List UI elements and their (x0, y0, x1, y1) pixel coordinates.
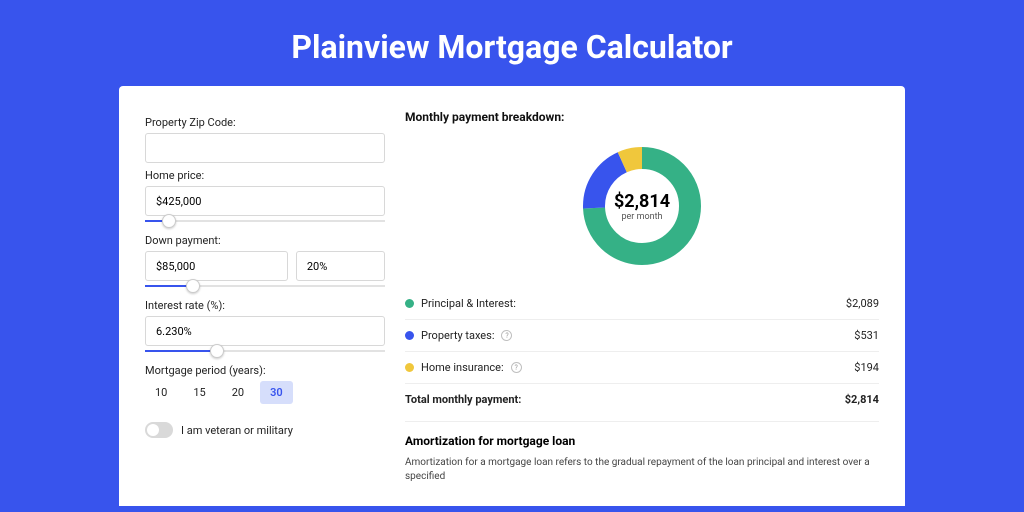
info-icon[interactable]: ? (511, 362, 522, 373)
label-price: Home price: (145, 169, 385, 182)
amort-body: Amortization for a mortgage loan refers … (405, 456, 879, 484)
rate-slider-fill (145, 350, 217, 352)
total-row: Total monthly payment: $2,814 (405, 383, 879, 415)
label-period: Mortgage period (years): (145, 364, 385, 377)
down-slider-thumb[interactable] (186, 279, 200, 293)
calculator-card: Property Zip Code: Home price: Down paym… (119, 86, 905, 506)
breakdown-line-2: Home insurance:? $194 (405, 351, 879, 383)
down-slider[interactable] (145, 279, 385, 293)
zip-input[interactable] (145, 133, 385, 163)
legend-dot (405, 299, 414, 308)
breakdown-value: $194 (854, 361, 879, 374)
breakdown-title: Monthly payment breakdown: (405, 110, 879, 124)
amortization-section: Amortization for mortgage loan Amortizat… (405, 421, 879, 484)
info-icon[interactable]: ? (501, 330, 512, 341)
total-label: Total monthly payment: (405, 393, 521, 406)
form-panel: Property Zip Code: Home price: Down paym… (145, 110, 385, 506)
period-pill-10[interactable]: 10 (145, 381, 177, 404)
period-pill-30[interactable]: 30 (260, 381, 293, 404)
rate-slider-thumb[interactable] (210, 344, 224, 358)
veteran-toggle[interactable] (145, 422, 173, 438)
breakdown-lines: Principal & Interest: $2,089 Property taxe… (405, 288, 879, 383)
period-pills: 10 15 20 30 (145, 381, 385, 404)
donut-chart: $2,814 per month (405, 132, 879, 288)
breakdown-line-1: Property taxes:? $531 (405, 319, 879, 351)
rate-input[interactable] (145, 316, 385, 346)
period-pill-20[interactable]: 20 (222, 381, 254, 404)
price-slider[interactable] (145, 214, 385, 228)
down-pct-input[interactable] (296, 251, 385, 281)
label-rate: Interest rate (%): (145, 299, 385, 312)
down-amount-input[interactable] (145, 251, 288, 281)
price-input[interactable] (145, 186, 385, 216)
legend-dot (405, 363, 414, 372)
page-title: Plainview Mortgage Calculator (0, 0, 1024, 86)
label-zip: Property Zip Code: (145, 116, 385, 129)
label-down: Down payment: (145, 234, 385, 247)
breakdown-value: $531 (854, 329, 879, 342)
breakdown-label: Principal & Interest: (421, 297, 516, 310)
breakdown-panel: Monthly payment breakdown: $2,814 per mo… (405, 110, 879, 506)
donut-sub: per month (621, 212, 662, 222)
breakdown-label: Property taxes: (421, 329, 494, 342)
breakdown-line-0: Principal & Interest: $2,089 (405, 288, 879, 319)
veteran-label: I am veteran or military (181, 424, 293, 437)
breakdown-value: $2,089 (846, 297, 879, 310)
donut-total: $2,814 (614, 191, 670, 212)
rate-slider[interactable] (145, 344, 385, 358)
price-slider-thumb[interactable] (162, 214, 176, 228)
period-pill-15[interactable]: 15 (183, 381, 215, 404)
breakdown-label: Home insurance: (421, 361, 504, 374)
total-value: $2,814 (845, 393, 879, 406)
amort-title: Amortization for mortgage loan (405, 434, 879, 448)
legend-dot (405, 331, 414, 340)
